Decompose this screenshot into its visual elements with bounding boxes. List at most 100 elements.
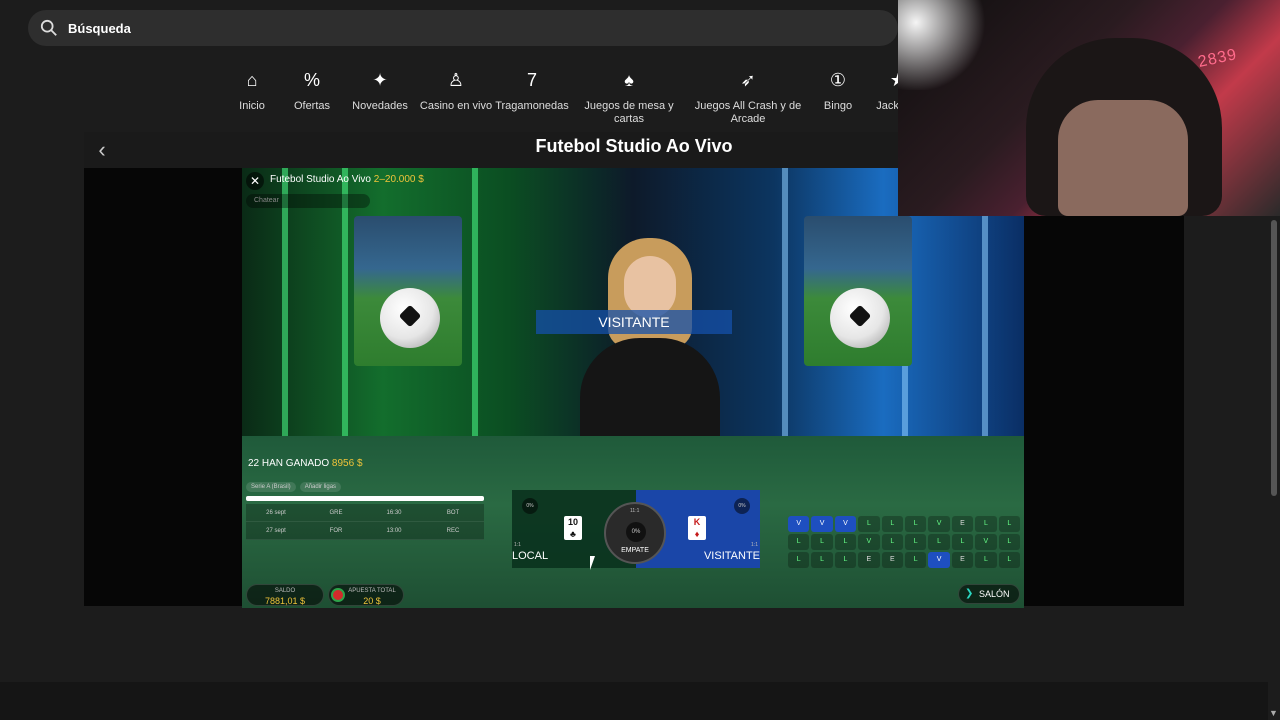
chip-icon <box>331 588 345 602</box>
match-row[interactable]: 27 sept FOR 13:00 REC <box>246 522 484 540</box>
road-cell: V <box>928 516 950 532</box>
bingo-ball-icon: ① <box>829 69 847 90</box>
match-home: FOR <box>329 527 343 534</box>
sparkle-icon: ✦ <box>372 69 388 90</box>
category-casino-en-vivo[interactable]: ♙ Casino en vivo <box>418 66 494 126</box>
draw-label: EMPATE <box>621 547 649 554</box>
balance-label: SALDO <box>274 588 296 594</box>
add-league-tab[interactable]: Añadir ligas <box>299 482 342 492</box>
webcam-light <box>898 0 988 90</box>
result-banner: VISITANTE <box>536 310 732 334</box>
balance-value: 7881,01 $ <box>264 596 306 606</box>
road-cell: L <box>881 534 903 550</box>
bet-limits: 2–20.000 $ <box>373 174 424 185</box>
road-cell: L <box>904 552 927 568</box>
league-tab[interactable]: Serie A (Brasil) <box>246 482 296 492</box>
visitor-card: K ♦ <box>688 516 706 540</box>
bet-spot-draw[interactable]: 11:1 0% EMPATE <box>604 502 666 564</box>
local-card-rank: 10 <box>567 517 578 527</box>
balance-display: SALDO 7881,01 $ <box>246 584 324 606</box>
neon-sign: 2839 <box>1196 46 1239 71</box>
category-bingo[interactable]: ① Bingo <box>808 66 868 126</box>
road-cell: V <box>811 516 833 532</box>
road-cell: L <box>858 516 880 532</box>
soccer-ball-icon <box>830 288 890 348</box>
lobby-label: SALÓN <box>979 589 1010 599</box>
local-card: 10 ♣ <box>564 516 582 540</box>
category-nav: ⌂ Inicio % Ofertas ✦ Novedades ♙ Casino en v… <box>222 66 928 126</box>
category-label: Casino en vivo <box>419 100 493 112</box>
overlay-title: Futebol Studio Ao Vivo 2–20.000 $ <box>270 174 424 185</box>
category-juegos-de-mesa[interactable]: ♠ Juegos de mesa y cartas <box>570 66 688 126</box>
category-label: Juegos de mesa y cartas <box>584 100 674 125</box>
slot-seven-icon: 7 <box>526 69 537 90</box>
results-road: V V V L L L V E L L L L L V L L L L V L … <box>788 516 1020 568</box>
visitor-percent: 0% <box>734 498 750 514</box>
visitor-payout: 1:1 <box>751 542 758 548</box>
category-label: Ofertas <box>293 100 331 112</box>
lobby-arrow-icon: ❯ <box>965 588 974 599</box>
category-novedades[interactable]: ✦ Novedades <box>342 66 418 126</box>
road-cell: L <box>811 552 833 568</box>
road-cell: E <box>951 516 974 532</box>
club-icon: ♣ <box>570 529 576 539</box>
draw-percent: 0% <box>626 522 646 542</box>
category-tragamonedas[interactable]: 7 Tragamonedas <box>494 66 570 126</box>
category-label: Bingo <box>823 100 853 112</box>
match-home: GRE <box>329 509 343 516</box>
local-payout: 1:1 <box>514 542 521 548</box>
road-cell: L <box>904 516 927 532</box>
match-row[interactable]: 26 sept GRE 16:30 BOT <box>246 504 484 522</box>
road-cell: L <box>881 516 903 532</box>
road-cell: E <box>951 552 974 568</box>
road-cell: L <box>975 516 997 532</box>
draw-payout: 11:1 <box>630 508 640 514</box>
road-cell: L <box>975 552 997 568</box>
percent-icon: % <box>303 69 320 90</box>
home-icon: ⌂ <box>246 69 258 90</box>
page-footer <box>0 682 1268 720</box>
road-cell: V <box>858 534 880 550</box>
road-cell: V <box>834 516 857 532</box>
road-cell: E <box>881 552 903 568</box>
match-away: REC <box>446 527 460 534</box>
close-icon[interactable]: ✕ <box>246 172 264 190</box>
search-label: Búsqueda <box>68 20 131 36</box>
road-cell: L <box>811 534 833 550</box>
category-ofertas[interactable]: % Ofertas <box>282 66 342 126</box>
search-icon <box>40 19 57 36</box>
road-cell: V <box>788 516 810 532</box>
mouse-cursor-icon <box>590 556 600 570</box>
winners-amount: 8956 $ <box>331 458 363 469</box>
scroll-down-icon[interactable]: ▼ <box>1269 708 1278 718</box>
search-bar[interactable]: Búsqueda <box>28 10 898 46</box>
dealer-face <box>624 256 676 318</box>
rocket-icon: ➶ <box>740 69 756 90</box>
webcam-overlay: 2839 <box>898 0 1280 216</box>
chat-input[interactable]: Chatear <box>246 194 370 208</box>
category-label: Novedades <box>352 100 408 112</box>
diamond-icon: ♦ <box>694 529 700 539</box>
category-crash-arcade[interactable]: ➶ Juegos All Crash y de Arcade <box>688 66 808 126</box>
soccer-ball-icon <box>380 288 440 348</box>
dealer <box>580 238 720 458</box>
cards-icon: ♠ <box>624 69 634 90</box>
match-time: 16:30 <box>386 509 402 516</box>
road-cell: L <box>788 534 810 550</box>
category-inicio[interactable]: ⌂ Inicio <box>222 66 282 126</box>
winners-text: 22 HAN GANADO <box>248 458 330 469</box>
sidebet-scrollbar[interactable] <box>246 496 484 501</box>
road-cell: L <box>788 552 810 568</box>
match-date: 26 sept <box>266 509 286 516</box>
scrollbar-thumb[interactable] <box>1271 220 1277 496</box>
visitor-label: VISITANTE <box>703 550 760 562</box>
road-cell: L <box>834 534 857 550</box>
lobby-button[interactable]: ❯ SALÓN <box>958 584 1020 604</box>
road-cell: L <box>998 534 1020 550</box>
stadium-screen-right <box>804 216 912 366</box>
page-scrollbar[interactable]: ▼ <box>1268 216 1280 720</box>
road-cell: L <box>998 552 1020 568</box>
match-date: 27 sept <box>266 527 286 534</box>
road-cell: V <box>928 552 950 568</box>
local-label: LOCAL <box>512 550 549 562</box>
